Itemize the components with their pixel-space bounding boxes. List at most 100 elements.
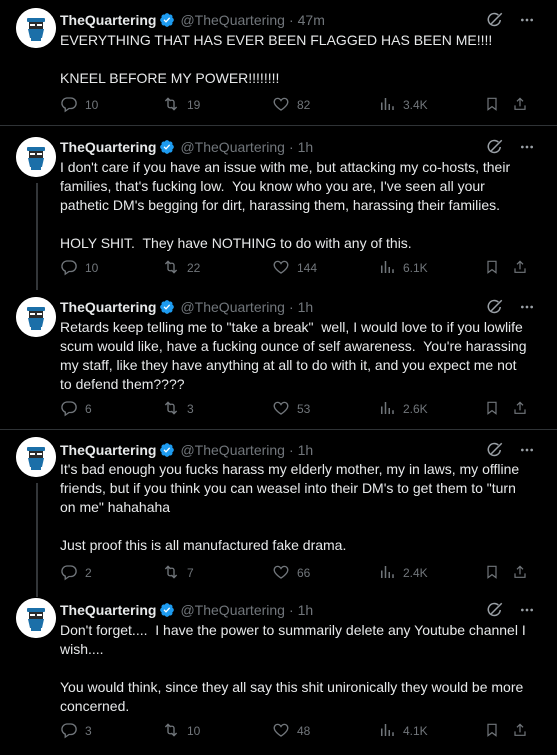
tweet-text: It's bad enough you fucks harass my elde… xyxy=(60,461,520,553)
tweet-header: TheQuartering @TheQuartering · 1h xyxy=(60,138,313,156)
reply-button[interactable]: 10 xyxy=(60,96,98,114)
author-name[interactable]: TheQuartering xyxy=(60,299,156,315)
tweet-actions: 6 3 53 2.6K xyxy=(60,400,534,418)
tweet-timestamp[interactable]: 1h xyxy=(298,442,314,458)
tweet-actions: 2 7 66 2.4K xyxy=(60,564,534,582)
like-icon xyxy=(272,563,297,584)
tweet-actions: 10 22 144 6.1K xyxy=(60,259,534,277)
author-name[interactable]: TheQuartering xyxy=(60,442,156,458)
grok-icon[interactable] xyxy=(485,441,505,459)
views-count: 2.4K xyxy=(403,566,428,580)
views-button[interactable]: 6.1K xyxy=(378,259,428,277)
avatar[interactable] xyxy=(16,8,56,48)
thread-divider xyxy=(0,125,557,126)
like-icon xyxy=(272,95,297,116)
tweet-header: TheQuartering @TheQuartering · 1h xyxy=(60,441,313,459)
reply-icon xyxy=(60,258,85,279)
views-button[interactable]: 2.4K xyxy=(378,564,428,582)
author-name[interactable]: TheQuartering xyxy=(60,139,156,155)
grok-icon[interactable] xyxy=(485,11,505,29)
views-button[interactable]: 2.6K xyxy=(378,400,428,418)
retweet-button[interactable]: 3 xyxy=(162,400,194,418)
like-button[interactable]: 53 xyxy=(272,400,310,418)
author-handle[interactable]: @TheQuartering xyxy=(180,299,284,315)
views-count: 6.1K xyxy=(403,261,428,275)
share-button[interactable] xyxy=(512,564,535,582)
more-icon[interactable] xyxy=(519,12,535,28)
bookmark-icon xyxy=(484,721,507,742)
tweet-text: Don't forget.... I have the power to sum… xyxy=(60,622,526,714)
thread-connector-line xyxy=(36,183,38,290)
bookmark-button[interactable] xyxy=(484,400,507,418)
reply-button[interactable]: 6 xyxy=(60,400,92,418)
reply-button[interactable]: 10 xyxy=(60,259,98,277)
retweet-button[interactable]: 22 xyxy=(162,259,200,277)
thread-divider xyxy=(0,429,557,430)
reply-count: 3 xyxy=(85,724,92,738)
like-button[interactable]: 66 xyxy=(272,564,310,582)
views-count: 2.6K xyxy=(403,402,428,416)
views-icon xyxy=(378,399,403,420)
share-icon xyxy=(512,95,535,116)
author-handle[interactable]: @TheQuartering xyxy=(180,139,284,155)
like-button[interactable]: 48 xyxy=(272,722,310,740)
retweet-button[interactable]: 10 xyxy=(162,722,200,740)
tweet-timestamp[interactable]: 1h xyxy=(298,602,314,618)
reply-icon xyxy=(60,563,85,584)
verified-badge-icon xyxy=(159,12,175,28)
grok-icon[interactable] xyxy=(485,138,505,156)
grok-icon[interactable] xyxy=(485,601,505,619)
share-button[interactable] xyxy=(512,722,535,740)
tweet-timestamp[interactable]: 1h xyxy=(298,299,314,315)
grok-icon[interactable] xyxy=(485,298,505,316)
more-icon[interactable] xyxy=(519,442,535,458)
like-icon xyxy=(272,721,297,742)
bookmark-button[interactable] xyxy=(484,259,507,277)
share-button[interactable] xyxy=(512,400,535,418)
tweet-header: TheQuartering @TheQuartering · 1h xyxy=(60,601,313,619)
retweet-button[interactable]: 19 xyxy=(162,96,200,114)
like-button[interactable]: 144 xyxy=(272,259,317,277)
bookmark-button[interactable] xyxy=(484,96,507,114)
author-handle[interactable]: @TheQuartering xyxy=(180,602,284,618)
avatar[interactable] xyxy=(16,137,56,177)
author-handle[interactable]: @TheQuartering xyxy=(180,442,284,458)
separator-dot: · xyxy=(288,442,294,458)
author-name[interactable]: TheQuartering xyxy=(60,12,156,28)
avatar[interactable] xyxy=(16,598,56,638)
like-button[interactable]: 82 xyxy=(272,96,310,114)
share-button[interactable] xyxy=(512,259,535,277)
views-button[interactable]: 3.4K xyxy=(378,96,428,114)
reply-button[interactable]: 3 xyxy=(60,722,92,740)
more-icon[interactable] xyxy=(519,299,535,315)
retweet-count: 19 xyxy=(187,98,201,112)
share-button[interactable] xyxy=(512,96,535,114)
avatar[interactable] xyxy=(16,297,56,337)
reply-button[interactable]: 2 xyxy=(60,564,92,582)
reply-icon xyxy=(60,95,85,116)
bookmark-button[interactable] xyxy=(484,564,507,582)
avatar[interactable] xyxy=(16,437,56,477)
retweet-icon xyxy=(162,563,187,584)
verified-badge-icon xyxy=(159,602,175,618)
author-name[interactable]: TheQuartering xyxy=(60,602,156,618)
author-handle[interactable]: @TheQuartering xyxy=(180,12,284,28)
tweet-top-icons xyxy=(485,601,535,619)
tweet-timestamp[interactable]: 1h xyxy=(298,139,314,155)
verified-badge-icon xyxy=(159,442,175,458)
tweet-actions: 10 19 82 3.4K xyxy=(60,96,534,114)
separator-dot: · xyxy=(288,139,294,155)
more-icon[interactable] xyxy=(519,602,535,618)
retweet-icon xyxy=(162,399,187,420)
tweet-actions: 3 10 48 4.1K xyxy=(60,722,534,740)
bookmark-button[interactable] xyxy=(484,722,507,740)
bookmark-icon xyxy=(484,258,507,279)
bookmark-icon xyxy=(484,399,507,420)
tweet-top-icons xyxy=(485,11,535,29)
retweet-count: 3 xyxy=(187,402,194,416)
more-icon[interactable] xyxy=(519,139,535,155)
share-icon xyxy=(512,399,535,420)
views-button[interactable]: 4.1K xyxy=(378,722,428,740)
tweet-timestamp[interactable]: 47m xyxy=(298,12,325,28)
retweet-button[interactable]: 7 xyxy=(162,564,194,582)
